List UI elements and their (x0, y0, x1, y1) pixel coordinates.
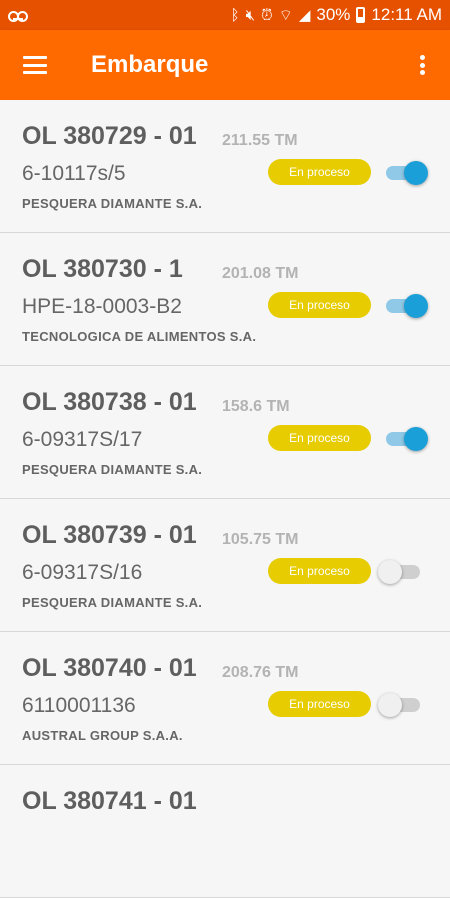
toggle-thumb (378, 560, 402, 584)
enable-toggle[interactable] (384, 161, 428, 185)
mute-icon: 🔇︎ (245, 6, 256, 24)
shipment-code: 6110001136 (22, 694, 136, 717)
shipment-code: 6-09317S/17 (22, 428, 143, 451)
alarm-icon: ⏰︎ (261, 6, 273, 24)
page-title: Embarque (91, 51, 209, 78)
shipment-card[interactable]: OL 380730 - 1 201.08 TM HPE-18-0003-B2 T… (0, 233, 450, 366)
enable-toggle[interactable] (384, 427, 428, 451)
company-name: TECNOLOGICA DE ALIMENTOS S.A. (22, 329, 257, 344)
company-name: PESQUERA DIAMANTE S.A. (22, 462, 203, 477)
order-number: OL 380738 - 01 (22, 388, 197, 416)
order-number: OL 380741 - 01 (22, 787, 197, 815)
voicemail-icon (8, 9, 28, 22)
hamburger-menu-icon[interactable] (23, 56, 47, 74)
shipment-card[interactable]: OL 380739 - 01 105.75 TM 6-09317S/16 PES… (0, 499, 450, 632)
wifi-icon: ⌔ (278, 6, 293, 24)
shipment-code: 6-10117s/5 (22, 162, 126, 185)
toggle-thumb (404, 161, 428, 185)
toggle-thumb (378, 693, 402, 717)
status-badge: En proceso (268, 425, 371, 451)
toggle-thumb (404, 427, 428, 451)
order-number: OL 380730 - 1 (22, 255, 183, 283)
app-bar: Embarque (0, 30, 450, 100)
status-badge: En proceso (268, 691, 371, 717)
shipment-card[interactable]: OL 380738 - 01 158.6 TM 6-09317S/17 PESQ… (0, 366, 450, 499)
shipment-card[interactable]: OL 380729 - 01 211.55 TM 6-10117s/5 PESQ… (0, 100, 450, 233)
status-bar: ᛒ 🔇︎ ⏰︎ ⌔ ◢ 30% 12:11 AM (0, 0, 450, 30)
clock: 12:11 AM (371, 5, 442, 24)
company-name: PESQUERA DIAMANTE S.A. (22, 196, 203, 211)
shipment-code: HPE-18-0003-B2 (22, 295, 182, 318)
order-number: OL 380729 - 01 (22, 122, 197, 150)
weight: 105.75 TM (222, 531, 299, 548)
enable-toggle[interactable] (384, 294, 428, 318)
shipment-list: OL 380729 - 01 211.55 TM 6-10117s/5 PESQ… (0, 100, 450, 898)
order-number: OL 380739 - 01 (22, 521, 197, 549)
shipment-code: 6-09317S/16 (22, 561, 143, 584)
weight: 211.55 TM (222, 132, 298, 149)
company-name: PESQUERA DIAMANTE S.A. (22, 595, 203, 610)
status-badge: En proceso (268, 558, 371, 584)
signal-icon: ◢ (298, 6, 311, 24)
company-name: AUSTRAL GROUP S.A.A. (22, 728, 183, 743)
battery-percent: 30% (316, 5, 351, 24)
bluetooth-icon: ᛒ (230, 6, 240, 24)
toggle-thumb (404, 294, 428, 318)
more-vert-icon[interactable] (410, 53, 434, 77)
status-badge: En proceso (268, 292, 371, 318)
battery-icon (356, 7, 366, 23)
order-number: OL 380740 - 01 (22, 654, 197, 682)
weight: 158.6 TM (222, 398, 290, 415)
weight: 208.76 TM (222, 664, 299, 681)
shipment-card[interactable]: OL 380741 - 01 (0, 765, 450, 898)
weight: 201.08 TM (222, 265, 299, 282)
enable-toggle[interactable] (378, 693, 420, 717)
status-badge: En proceso (268, 159, 371, 185)
shipment-card[interactable]: OL 380740 - 01 208.76 TM 6110001136 AUST… (0, 632, 450, 765)
enable-toggle[interactable] (378, 560, 420, 584)
